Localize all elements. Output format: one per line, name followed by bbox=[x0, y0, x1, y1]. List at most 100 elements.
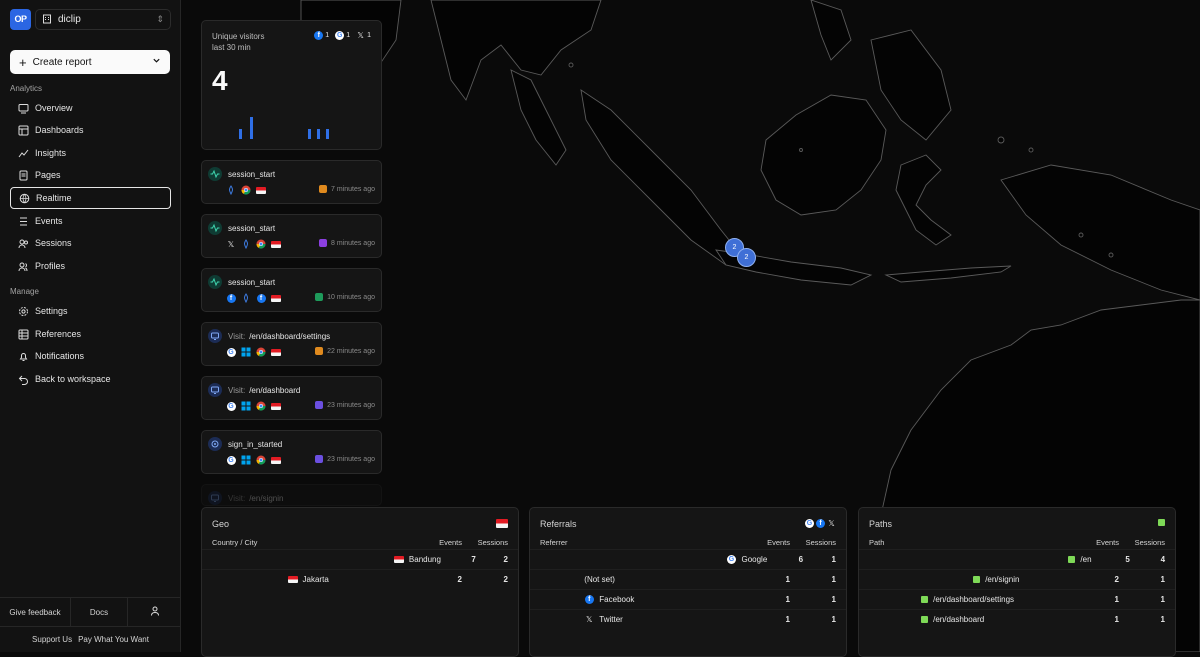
sidebar-item-back-to-workspace[interactable]: Back to workspace bbox=[10, 368, 171, 390]
event-card[interactable]: session_start 7 minutes ago bbox=[201, 160, 382, 204]
visit-label: Visit: bbox=[228, 385, 246, 395]
sidebar-item-insights[interactable]: Insights bbox=[10, 142, 171, 164]
referrer-google: G1 bbox=[335, 31, 351, 40]
table-row[interactable]: (Not set) 1 1 bbox=[530, 569, 846, 589]
table-row[interactable]: /en/signin 2 1 bbox=[859, 569, 1175, 589]
avatar[interactable] bbox=[315, 455, 324, 463]
give-feedback-button[interactable]: Give feedback bbox=[0, 598, 71, 626]
workspace-header: OP diclip ⇕ bbox=[10, 8, 171, 30]
facebook-icon: f bbox=[256, 293, 266, 303]
globe-icon bbox=[19, 193, 30, 204]
sidebar-item-settings[interactable]: Settings bbox=[10, 300, 171, 322]
sidebar-footer: Give feedback Docs bbox=[0, 597, 181, 626]
avatar[interactable] bbox=[319, 185, 328, 193]
openpanel-logo[interactable]: OP bbox=[10, 8, 31, 30]
support-us-link[interactable]: Support Us bbox=[32, 635, 72, 644]
geo-table-header: Country / City Events Sessions bbox=[212, 537, 508, 547]
map-cluster[interactable]: 2 bbox=[737, 248, 756, 267]
events-value: 1 bbox=[785, 595, 790, 604]
sidebar-item-dashboards[interactable]: Dashboards bbox=[10, 119, 171, 141]
table-row[interactable]: /en 5 4 bbox=[859, 549, 1175, 569]
avatar[interactable] bbox=[315, 401, 324, 409]
event-card[interactable]: session_start 𝕏 8 minutes ago bbox=[201, 214, 382, 258]
user-menu-button[interactable] bbox=[128, 598, 181, 626]
event-name: /en/signin bbox=[249, 493, 284, 503]
row-label: Twitter bbox=[599, 615, 623, 624]
activity-icon bbox=[208, 221, 222, 235]
event-name: session_start bbox=[228, 223, 276, 233]
page-icon bbox=[921, 616, 929, 623]
row-label: /en/dashboard bbox=[933, 615, 985, 624]
events-value: 2 bbox=[1114, 575, 1119, 584]
windows-icon bbox=[241, 347, 251, 357]
sessions-value: 1 bbox=[1160, 615, 1165, 624]
event-card[interactable]: Visit:/en/dashboard G 23 minutes ago bbox=[201, 376, 382, 420]
dashboards-icon bbox=[18, 125, 29, 136]
references-icon bbox=[18, 329, 29, 340]
bell-icon bbox=[18, 351, 29, 362]
unique-visitors-card: Unique visitors last 30 min 4 f1 G1 𝕏1 bbox=[201, 20, 382, 150]
sessions-value: 1 bbox=[1160, 595, 1165, 604]
timestamp: 10 minutes ago bbox=[327, 293, 375, 301]
visitors-subtitle: last 30 min bbox=[212, 43, 251, 52]
sidebar-item-sessions[interactable]: Sessions bbox=[10, 232, 171, 254]
sessions-value: 1 bbox=[831, 615, 836, 624]
visitor-bar bbox=[250, 117, 253, 139]
flag-indonesia-icon bbox=[393, 555, 404, 565]
visitor-bar bbox=[326, 129, 329, 139]
chrome-icon bbox=[241, 185, 251, 195]
sessions-value: 1 bbox=[831, 575, 836, 584]
x-icon: 𝕏 bbox=[227, 239, 235, 249]
table-row[interactable]: /en/dashboard/settings 1 1 bbox=[859, 589, 1175, 609]
event-card[interactable]: Visit:/en/dashboard/settings G 22 minutes … bbox=[201, 322, 382, 366]
avatar[interactable] bbox=[315, 293, 324, 301]
event-name: /en/dashboard/settings bbox=[249, 331, 331, 341]
sidebar-item-overview[interactable]: Overview bbox=[10, 97, 171, 119]
screen-icon bbox=[208, 329, 222, 343]
create-report-button[interactable]: + Create report bbox=[10, 50, 170, 74]
event-meta: 𝕏 bbox=[226, 239, 281, 249]
sessions-value: 4 bbox=[1160, 555, 1166, 564]
sidebar-item-events[interactable]: Events bbox=[10, 210, 171, 232]
table-row[interactable]: Jakarta 2 2 bbox=[202, 569, 518, 589]
event-card[interactable]: Visit:/en/signin bbox=[201, 484, 382, 506]
event-meta: G bbox=[226, 401, 281, 411]
event-time: 22 minutes ago bbox=[315, 347, 375, 355]
table-row[interactable]: Bandung 7 2 bbox=[202, 549, 518, 569]
chrome-icon bbox=[256, 401, 266, 411]
event-card[interactable]: session_start f f 10 minutes ago bbox=[201, 268, 382, 312]
avatar[interactable] bbox=[319, 239, 328, 247]
sidebar-item-notifications[interactable]: Notifications bbox=[10, 345, 171, 367]
table-row[interactable]: f Facebook 1 1 bbox=[530, 589, 846, 609]
docs-link[interactable]: Docs bbox=[71, 598, 128, 626]
sidebar-item-realtime[interactable]: Realtime bbox=[10, 187, 171, 209]
row-label: Jakarta bbox=[302, 575, 329, 584]
sidebar-item-profiles[interactable]: Profiles bbox=[10, 255, 171, 277]
sidebar-item-pages[interactable]: Pages bbox=[10, 164, 171, 186]
flag-indonesia-icon bbox=[496, 519, 508, 528]
sessions-icon bbox=[18, 238, 29, 249]
project-selector[interactable]: diclip ⇕ bbox=[35, 8, 171, 30]
flag-indonesia-icon bbox=[287, 575, 298, 585]
direct-icon bbox=[226, 185, 236, 195]
timestamp: 22 minutes ago bbox=[327, 347, 375, 355]
avatar[interactable] bbox=[315, 347, 324, 355]
pay-link[interactable]: Pay What You Want bbox=[78, 635, 149, 644]
table-row[interactable]: 𝕏 Twitter 1 1 bbox=[530, 609, 846, 629]
row-label: /en/signin bbox=[985, 575, 1020, 584]
sessions-value: 2 bbox=[503, 575, 508, 584]
sidebar-item-references[interactable]: References bbox=[10, 323, 171, 345]
google-icon: G bbox=[226, 455, 236, 465]
sessions-value: 2 bbox=[503, 555, 508, 564]
facebook-icon: f bbox=[226, 293, 236, 303]
insights-icon bbox=[18, 148, 29, 159]
table-row[interactable]: /en/dashboard 1 1 bbox=[859, 609, 1175, 629]
event-card[interactable]: sign_in_started G 23 minutes ago bbox=[201, 430, 382, 474]
event-meta: ff bbox=[226, 293, 281, 303]
screen-icon bbox=[208, 383, 222, 397]
visitor-referrers: f1 G1 𝕏1 bbox=[314, 31, 371, 40]
gear-icon bbox=[18, 306, 29, 317]
table-row[interactable]: G Google 6 1 bbox=[530, 549, 846, 569]
activity-icon bbox=[208, 275, 222, 289]
visitor-bar bbox=[317, 129, 320, 139]
